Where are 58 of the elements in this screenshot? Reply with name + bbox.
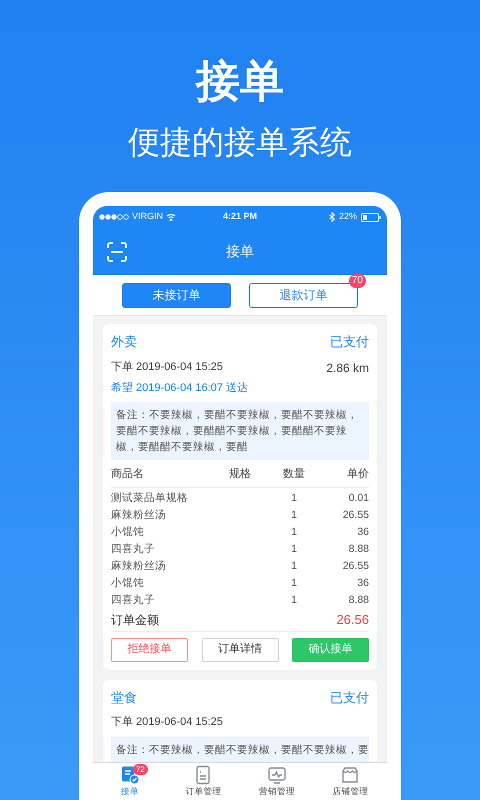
- payment-status: 已支付: [330, 688, 369, 706]
- table-cell-text: 四喜丸子: [111, 593, 156, 608]
- action-button[interactable]: 确认接单: [292, 638, 369, 662]
- table-cell-text: 测试菜品单规格: [111, 491, 189, 506]
- total-amount: 26.56: [336, 611, 369, 630]
- subheadline: 便捷的接单系统: [128, 126, 352, 158]
- monitor-chart-icon: [266, 765, 287, 785]
- headline: 接单: [196, 60, 284, 104]
- order-tab[interactable]: 未接订单: [122, 282, 231, 308]
- order-time: 下单 2019-06-04 15:25: [111, 360, 223, 376]
- order-tab[interactable]: 退款订单: [249, 282, 358, 308]
- total-label: 订单金额: [111, 612, 159, 629]
- action-button[interactable]: 订单详情: [202, 638, 278, 662]
- signal-icon: [99, 214, 129, 220]
- nav-title: 接单: [226, 242, 254, 261]
- distance: 2.86 km: [326, 360, 369, 376]
- order-type: 堂食: [111, 688, 137, 706]
- table-cell-text: 36: [356, 525, 369, 540]
- column-header: 数量: [282, 467, 306, 482]
- table-cell-text: 1: [290, 542, 298, 558]
- table-cell-text: 8.88: [348, 542, 369, 558]
- table-cell-text: 1: [290, 491, 298, 506]
- battery-icon: [360, 212, 381, 222]
- battery-percent: 22%: [338, 210, 357, 224]
- table-cell-text: 小馄饨: [111, 576, 145, 592]
- table-cell-text: 麻辣粉丝汤: [111, 559, 167, 574]
- table-cell-text: 0.01: [348, 491, 369, 506]
- table-cell-text: 26.55: [342, 559, 369, 574]
- column-header: 规格: [229, 467, 252, 482]
- table-cell-text: 8.88: [348, 593, 369, 608]
- table-cell-text: 小馄饨: [111, 525, 145, 540]
- order-time: 下单 2019-06-04 15:25: [111, 715, 223, 730]
- table-cell-text: 四喜丸子: [111, 542, 156, 558]
- count-badge: 72: [132, 764, 148, 775]
- wifi-icon: [166, 213, 176, 221]
- payment-status: 已支付: [330, 333, 369, 351]
- table-cell-text: 36: [356, 576, 369, 592]
- delivery-time: 希望 2019-06-04 16:07 送达: [111, 380, 249, 396]
- column-header: 单价: [346, 467, 369, 482]
- table-cell-text: 1: [290, 525, 298, 540]
- column-header: 商品名: [111, 466, 145, 482]
- shop-icon: [340, 765, 360, 785]
- table-cell-text: 1: [290, 508, 298, 524]
- action-button[interactable]: 拒绝接单: [111, 638, 188, 662]
- table-cell-text: 1: [290, 576, 298, 592]
- order-type: 外卖: [111, 333, 137, 351]
- bottom-tab[interactable]: 店铺管理: [320, 765, 380, 798]
- scan-icon[interactable]: [107, 242, 127, 262]
- bottom-tab[interactable]: 订单管理: [173, 765, 234, 798]
- table-cell-text: 麻辣粉丝汤: [111, 508, 167, 524]
- order-note: 备注：不要辣椒，要醋不要辣椒，要醋不要辣椒，要醋不要辣椒，要醋醋不要辣椒，要醋醋不要辣椒，要醋醋不要辣椒，要醋: [116, 408, 359, 455]
- table-cell-text: 1: [290, 593, 298, 608]
- table-cell-text: 26.55: [342, 508, 369, 524]
- table-cell-text: 1: [290, 559, 298, 574]
- clock: 4:21 PM: [222, 210, 257, 224]
- bottom-tab[interactable]: 营销管理: [246, 765, 307, 798]
- carrier: VIRGIN: [132, 210, 164, 224]
- bluetooth-icon: [328, 212, 335, 222]
